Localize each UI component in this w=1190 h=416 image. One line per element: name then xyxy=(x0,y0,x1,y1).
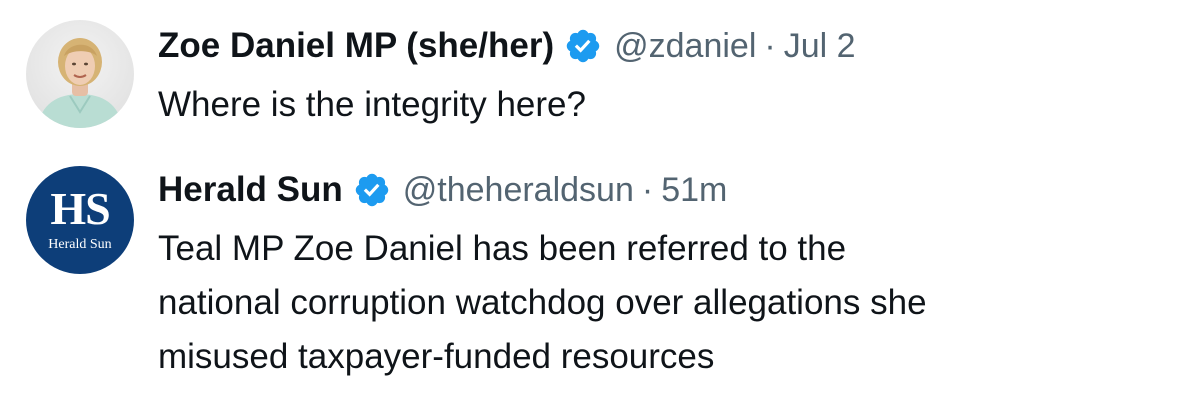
separator-dot: · xyxy=(764,26,776,65)
profile-photo-icon xyxy=(38,38,122,128)
tweet-text-line: national corruption watchdog over allega… xyxy=(158,283,927,322)
tweet-header: Zoe Daniel MP (she/her) @zdaniel · Jul 2 xyxy=(158,22,856,70)
author-display-name[interactable]: Zoe Daniel MP (she/her) xyxy=(158,26,554,66)
separator-dot: · xyxy=(641,170,654,209)
author-handle[interactable]: @theheraldsun xyxy=(403,171,634,210)
tweet-header: Herald Sun @theheraldsun · 51m xyxy=(158,166,727,214)
tweet-text: Where is the integrity here? xyxy=(158,85,586,124)
tweet-text-line: misused taxpayer-funded resources xyxy=(158,337,715,376)
tweet-timestamp[interactable]: Jul 2 xyxy=(784,27,856,66)
avatar[interactable] xyxy=(26,20,134,128)
tweet-zoe-daniel[interactable]: Zoe Daniel MP (she/her) @zdaniel · Jul 2… xyxy=(0,0,1190,150)
author-display-name[interactable]: Herald Sun xyxy=(158,170,343,210)
tweet-text-line: Teal MP Zoe Daniel has been referred to … xyxy=(158,229,847,268)
logo-subtext: Herald Sun xyxy=(48,238,112,252)
verified-badge-icon xyxy=(564,27,602,65)
tweet-herald-sun[interactable]: HS Herald Sun Herald Sun @theheraldsun ·… xyxy=(0,150,1190,416)
tweet-text: Teal MP Zoe Daniel has been referred to … xyxy=(158,222,1168,384)
author-handle[interactable]: @zdaniel xyxy=(614,27,756,66)
logo-mark: HS xyxy=(50,183,110,234)
tweet-timestamp[interactable]: 51m xyxy=(661,171,727,210)
verified-badge-icon xyxy=(353,171,391,209)
avatar[interactable]: HS Herald Sun xyxy=(26,166,134,274)
